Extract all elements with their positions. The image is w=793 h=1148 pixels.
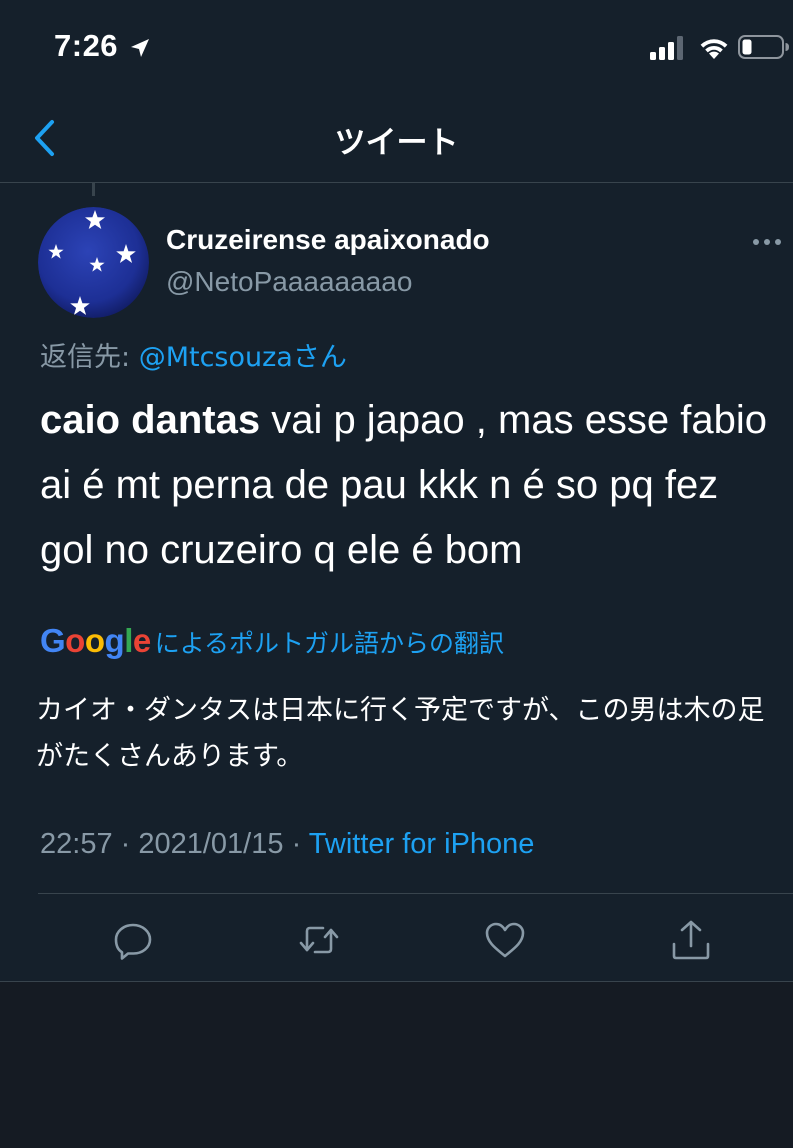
share-icon[interactable]: [669, 918, 713, 962]
tweet-source-link[interactable]: Twitter for iPhone: [309, 828, 535, 860]
user-handle[interactable]: @NetoPaaaaaaaao: [166, 266, 412, 298]
more-options-icon[interactable]: [752, 237, 782, 247]
translation-label: によるポルトガル語からの翻訳: [154, 629, 504, 658]
reply-to-line: 返信先: @Mtcsouzaさん: [40, 335, 347, 374]
retweet-icon[interactable]: [297, 918, 341, 962]
location-arrow-icon: [131, 39, 149, 57]
tweet-date: 2021/01/15: [138, 828, 284, 860]
display-name[interactable]: Cruzeirense apaixonado: [166, 224, 490, 256]
status-time: 7:26: [54, 28, 119, 63]
avatar-stars-image: [38, 207, 149, 318]
thread-connector-line: [92, 183, 95, 196]
reply-mention-link[interactable]: @Mtcsouzaさん: [139, 342, 347, 373]
tweet-text: caio dantas vai p japao , mas esse fabio…: [40, 388, 770, 583]
nav-divider: [0, 182, 793, 183]
avatar[interactable]: [38, 207, 149, 318]
wifi-icon: [700, 39, 728, 59]
page-title: ツイート: [334, 125, 459, 161]
translation-header[interactable]: Google によるポルトガル語からの翻訳: [40, 622, 504, 660]
meta-separator: ·: [112, 828, 139, 860]
translated-text: カイオ・ダンタスは日本に行く予定ですが、この男は木の足がたくさんあります。: [36, 695, 765, 772]
meta-separator: ·: [283, 828, 309, 860]
reply-icon[interactable]: [111, 918, 155, 962]
like-heart-icon[interactable]: [483, 918, 527, 962]
tweet-text-bold: caio dantas: [40, 398, 261, 442]
battery-icon: [738, 35, 789, 59]
signal-icon: [650, 36, 683, 60]
tweet-meta: 22:57 · 2021/01/15 · Twitter for iPhone: [40, 828, 534, 861]
tweet-time: 22:57: [40, 828, 113, 860]
google-logo: Google: [40, 622, 151, 659]
reply-to-label: 返信先:: [40, 342, 139, 373]
tweet-detail-screen: 7:26 ツイート Cruzeirense apaixonado @NetoPa…: [0, 0, 793, 1148]
actions-divider: [38, 893, 793, 894]
bottom-divider: [0, 981, 793, 982]
